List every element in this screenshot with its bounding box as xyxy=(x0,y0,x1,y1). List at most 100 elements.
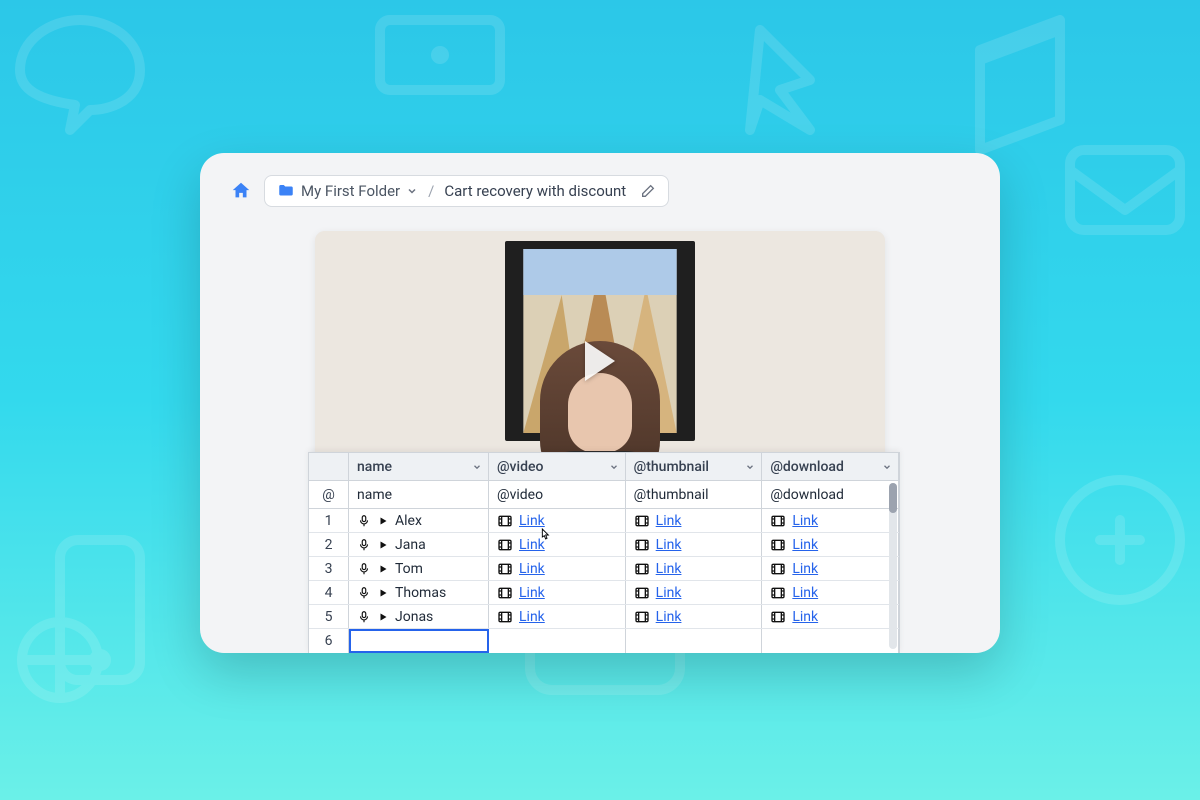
microphone-icon xyxy=(357,586,371,600)
column-label: @video xyxy=(497,459,543,475)
column-label: name xyxy=(357,459,392,475)
link-cell[interactable] xyxy=(762,629,899,653)
play-icon[interactable] xyxy=(377,539,389,551)
link-cell[interactable] xyxy=(626,629,763,653)
film-icon xyxy=(634,561,650,577)
name-cell[interactable]: Jonas xyxy=(349,605,489,628)
sheet-header-thumbnail[interactable]: @thumbnail xyxy=(626,453,763,480)
link-cell[interactable] xyxy=(489,629,626,653)
microphone-icon xyxy=(357,610,371,624)
film-icon xyxy=(497,561,513,577)
link-cell[interactable]: Link xyxy=(762,605,899,628)
link-cell[interactable]: Link xyxy=(626,557,763,580)
sheet-header-corner xyxy=(309,453,349,480)
row-index[interactable]: 2 xyxy=(309,533,349,556)
app-card: My First Folder / Cart recovery with dis… xyxy=(200,153,1000,653)
play-icon[interactable] xyxy=(377,563,389,575)
table-row: 1 Alex Link Link Link xyxy=(309,509,899,533)
play-icon[interactable] xyxy=(377,587,389,599)
name-cell[interactable]: Tom xyxy=(349,557,489,580)
name-label: Jonas xyxy=(395,609,433,625)
link[interactable]: Link xyxy=(519,537,545,553)
link-cell[interactable]: Link xyxy=(762,557,899,580)
breadcrumb-folder[interactable]: My First Folder xyxy=(277,182,418,200)
chevron-down-icon[interactable] xyxy=(472,462,482,472)
link[interactable]: Link xyxy=(792,513,818,529)
link[interactable]: Link xyxy=(519,585,545,601)
link-cell[interactable]: Link xyxy=(762,581,899,604)
play-icon[interactable] xyxy=(377,611,389,623)
link[interactable]: Link xyxy=(519,609,545,625)
spreadsheet[interactable]: name @video @thumbnail @download @ name … xyxy=(308,452,900,653)
name-cell[interactable]: Jana xyxy=(349,533,489,556)
link[interactable]: Link xyxy=(656,537,682,553)
table-row: 6 xyxy=(309,629,899,653)
row-index[interactable]: 5 xyxy=(309,605,349,628)
link-cell[interactable]: Link xyxy=(626,533,763,556)
row-index[interactable]: 6 xyxy=(309,629,349,653)
link[interactable]: Link xyxy=(656,513,682,529)
folder-icon xyxy=(277,182,295,200)
link-cell[interactable]: Link xyxy=(489,533,626,556)
scrollbar[interactable] xyxy=(889,483,897,649)
link[interactable]: Link xyxy=(656,585,682,601)
name-cell[interactable]: Alex xyxy=(349,509,489,532)
link[interactable]: Link xyxy=(656,609,682,625)
name-label: Thomas xyxy=(395,585,446,601)
microphone-icon xyxy=(357,538,371,552)
table-row: 5 Jonas Link Link Link xyxy=(309,605,899,629)
link-cell[interactable]: Link xyxy=(762,509,899,532)
breadcrumb-folder-label: My First Folder xyxy=(301,182,400,200)
name-label: Alex xyxy=(395,513,422,529)
link-cell[interactable]: Link xyxy=(626,605,763,628)
film-icon xyxy=(634,513,650,529)
film-icon xyxy=(770,513,786,529)
link[interactable]: Link xyxy=(656,561,682,577)
subheader-download[interactable]: @download xyxy=(762,481,899,508)
play-icon[interactable] xyxy=(585,341,615,381)
chevron-down-icon[interactable] xyxy=(882,462,892,472)
link-cell[interactable]: Link xyxy=(489,605,626,628)
subheader-video[interactable]: @video xyxy=(489,481,626,508)
name-cell[interactable]: Thomas xyxy=(349,581,489,604)
column-label: @download xyxy=(770,459,844,475)
film-icon xyxy=(770,585,786,601)
breadcrumb-title[interactable]: Cart recovery with discount xyxy=(444,182,626,200)
link-cell[interactable]: Link xyxy=(489,581,626,604)
film-icon xyxy=(497,537,513,553)
sheet-header-download[interactable]: @download xyxy=(762,453,899,480)
table-row: 3Tom Link Link Link xyxy=(309,557,899,581)
row-index[interactable]: 3 xyxy=(309,557,349,580)
film-icon xyxy=(770,537,786,553)
home-icon[interactable] xyxy=(230,180,252,202)
microphone-icon xyxy=(357,562,371,576)
row-index[interactable]: 4 xyxy=(309,581,349,604)
link[interactable]: Link xyxy=(792,561,818,577)
chevron-down-icon[interactable] xyxy=(609,462,619,472)
subheader-name[interactable]: name xyxy=(349,481,489,508)
scrollbar-thumb[interactable] xyxy=(889,483,897,513)
link-cell[interactable]: Link xyxy=(489,557,626,580)
film-icon xyxy=(770,561,786,577)
link[interactable]: Link xyxy=(519,513,545,529)
play-icon[interactable] xyxy=(377,515,389,527)
link[interactable]: Link xyxy=(792,609,818,625)
table-row: 2 Jana Link Link Link xyxy=(309,533,899,557)
subheader-at[interactable]: @ xyxy=(309,481,349,508)
edit-icon[interactable] xyxy=(640,183,656,199)
link-cell[interactable]: Link xyxy=(626,509,763,532)
name-cell[interactable] xyxy=(349,629,489,653)
link-cell[interactable]: Link xyxy=(762,533,899,556)
link[interactable]: Link xyxy=(792,585,818,601)
subheader-thumbnail[interactable]: @thumbnail xyxy=(626,481,763,508)
row-index[interactable]: 1 xyxy=(309,509,349,532)
chevron-down-icon[interactable] xyxy=(745,462,755,472)
breadcrumb: My First Folder / Cart recovery with dis… xyxy=(200,153,1000,217)
link[interactable]: Link xyxy=(792,537,818,553)
name-label: Jana xyxy=(395,537,426,553)
link-cell[interactable]: Link xyxy=(626,581,763,604)
link-cell[interactable]: Link xyxy=(489,509,626,532)
link[interactable]: Link xyxy=(519,561,545,577)
sheet-header-name[interactable]: name xyxy=(349,453,489,480)
sheet-header-video[interactable]: @video xyxy=(489,453,626,480)
